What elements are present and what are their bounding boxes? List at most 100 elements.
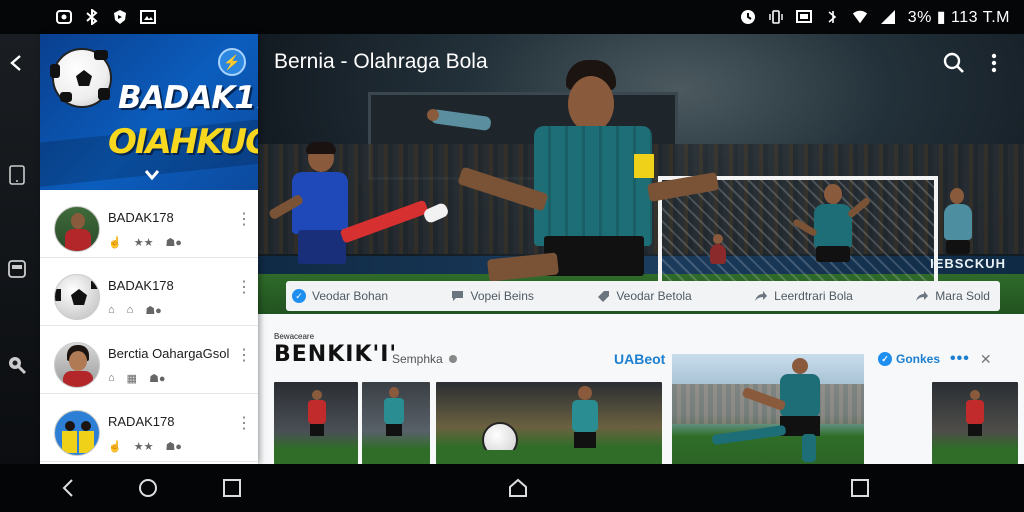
rating-icon: ★★ xyxy=(133,441,154,453)
drawer-header: ⚡ BADAK178 OIAHKUGA xyxy=(40,34,258,190)
more-vert-icon[interactable]: ⋮ xyxy=(236,416,252,434)
thumbnail[interactable] xyxy=(436,382,662,464)
action-bar: ✓ Veodar Bohan Vopei Beins Veodar Betola… xyxy=(286,281,1000,311)
link-icon xyxy=(56,9,72,25)
content-section: Bewaceare BENKIK'I' Semphka UABeot ✓ Gon… xyxy=(258,314,1024,464)
item-meta: ☝ ★★ ☗● xyxy=(108,440,182,453)
nav-home-alt-icon[interactable] xyxy=(506,476,530,500)
item-meta: ⌂ ⌂ ☗● xyxy=(108,304,162,317)
item-meta: ☝ ★★ ☗● xyxy=(108,236,182,249)
group-icon: ☗● xyxy=(149,373,166,385)
drawer-title-line1: BADAK178 xyxy=(118,80,258,116)
drawer-item[interactable]: Berctia OahargaGsol ⌂ ▦ ☗● ⋮ xyxy=(40,326,258,394)
brand-subtitle: Semphka xyxy=(392,352,458,366)
brand-logo-text: BENKIK'I' xyxy=(274,342,398,367)
thumbnail[interactable] xyxy=(932,382,1018,464)
more-horiz-icon[interactable]: ••• xyxy=(950,350,970,368)
drawer-item[interactable]: RADAK178 ☝ ★★ ☗● ⋮ xyxy=(40,394,258,462)
thumbnail[interactable] xyxy=(274,382,358,464)
status-text: 3% ▮ 113 T.M xyxy=(907,9,1010,26)
verified-icon: ✓ xyxy=(292,289,306,303)
action-item-0[interactable]: ✓ Veodar Bohan xyxy=(292,289,388,303)
tablet-icon[interactable] xyxy=(6,164,28,186)
drawer-item[interactable]: BADAK178 ⌂ ⌂ ☗● ⋮ xyxy=(40,258,258,326)
item-meta: ⌂ ▦ ☗● xyxy=(108,372,166,385)
thumbnail[interactable] xyxy=(362,382,430,464)
drawer-item-label: BADAK178 xyxy=(108,278,174,293)
football-logo-icon xyxy=(50,48,112,108)
search-rail-icon[interactable] xyxy=(6,354,28,376)
player-red-far xyxy=(706,234,730,284)
like-icon: ☝ xyxy=(108,441,122,453)
drawer-list: BADAK178 ☝ ★★ ☗● ⋮ BADAK178 ⌂ ⌂ ☗● ⋮ Ber… xyxy=(40,190,258,462)
back-arrow-icon[interactable] xyxy=(6,52,28,74)
badge-icon[interactable]: ⚡ xyxy=(218,48,246,76)
search-icon[interactable] xyxy=(942,50,966,76)
screen: 3% ▮ 113 T.M IEBSCKUH Bernia - Olahraga … xyxy=(0,0,1024,512)
status-bar: 3% ▮ 113 T.M xyxy=(0,0,1024,34)
verified-icon: ✓ xyxy=(878,352,892,366)
drawer-title-line2: OIAHKUGA xyxy=(108,122,258,162)
nav-square-icon[interactable] xyxy=(848,476,872,500)
nav-back-icon[interactable] xyxy=(56,476,80,500)
more-vert-icon[interactable]: ⋮ xyxy=(236,348,252,366)
action-item-4[interactable]: Mara Sold xyxy=(915,289,990,303)
follow-label: Gonkes xyxy=(896,352,941,366)
action-label: Leerdtrari Bola xyxy=(774,289,853,303)
follow-button[interactable]: ✓ Gonkes xyxy=(878,352,940,366)
gallery-icon xyxy=(140,9,156,25)
more-vert-icon[interactable] xyxy=(982,50,1006,76)
vibrate-icon xyxy=(768,9,784,25)
action-label: Veodar Betola xyxy=(616,289,692,303)
drawer-item[interactable]: BADAK178 ☝ ★★ ☗● ⋮ xyxy=(40,190,258,258)
player-blue xyxy=(267,142,450,282)
chevron-down-icon[interactable] xyxy=(144,168,160,182)
close-icon[interactable]: ✕ xyxy=(980,351,992,368)
status-left xyxy=(56,9,156,25)
card-icon[interactable] xyxy=(6,258,28,280)
more-vert-icon[interactable]: ⋮ xyxy=(236,212,252,230)
action-item-2[interactable]: Veodar Betola xyxy=(596,289,692,303)
home-icon: ⌂ xyxy=(108,304,115,316)
bluetooth-icon xyxy=(84,9,100,25)
action-item-1[interactable]: Vopei Beins xyxy=(451,289,534,303)
section-actions: ✓ Gonkes ••• ✕ xyxy=(878,350,992,368)
image-icon: ▦ xyxy=(126,373,138,385)
like-icon: ☝ xyxy=(108,237,122,249)
ad-board-text: IEBSCKUH xyxy=(930,256,1006,271)
group-icon: ☗● xyxy=(145,305,162,317)
drawer-item-label: BADAK178 xyxy=(108,210,174,225)
shield-icon xyxy=(112,9,128,25)
alarm-icon xyxy=(740,9,756,25)
navigation-drawer: ⚡ BADAK178 OIAHKUGA BADAK178 ☝ ★★ ☗● ⋮ xyxy=(40,34,258,464)
nav-home-icon[interactable] xyxy=(136,476,160,500)
action-label: Veodar Bohan xyxy=(312,289,389,303)
featured-thumbnail[interactable] xyxy=(672,354,864,464)
home-icon: ⌂ xyxy=(126,304,134,316)
player-teal-right xyxy=(791,184,872,284)
nav-recents-icon[interactable] xyxy=(220,476,244,500)
brand-caption: Bewaceare xyxy=(274,332,315,341)
forward-icon xyxy=(915,289,929,303)
sync-icon xyxy=(824,9,840,25)
section-link[interactable]: UABeot xyxy=(614,351,665,367)
player-teal-main xyxy=(448,60,720,290)
wifi-icon xyxy=(852,9,868,25)
group-icon: ☗● xyxy=(165,441,182,453)
verified-badge-icon xyxy=(449,355,458,363)
avatar xyxy=(54,410,100,456)
action-label: Mara Sold xyxy=(935,289,990,303)
more-vert-icon[interactable]: ⋮ xyxy=(236,280,252,298)
brand-subtitle-text: Semphka xyxy=(392,352,443,366)
side-rail xyxy=(0,34,40,464)
avatar xyxy=(54,206,100,252)
hero-image: IEBSCKUH xyxy=(258,34,1024,314)
share-icon xyxy=(754,289,768,303)
cast-icon xyxy=(795,9,812,25)
avatar xyxy=(54,274,100,320)
action-item-3[interactable]: Leerdtrari Bola xyxy=(754,289,853,303)
tag-icon xyxy=(596,289,610,303)
app-title: Bernia - Olahraga Bola xyxy=(274,50,488,73)
group-icon: ☗● xyxy=(165,237,182,249)
drawer-item-label: Berctia OahargaGsol xyxy=(108,346,230,361)
